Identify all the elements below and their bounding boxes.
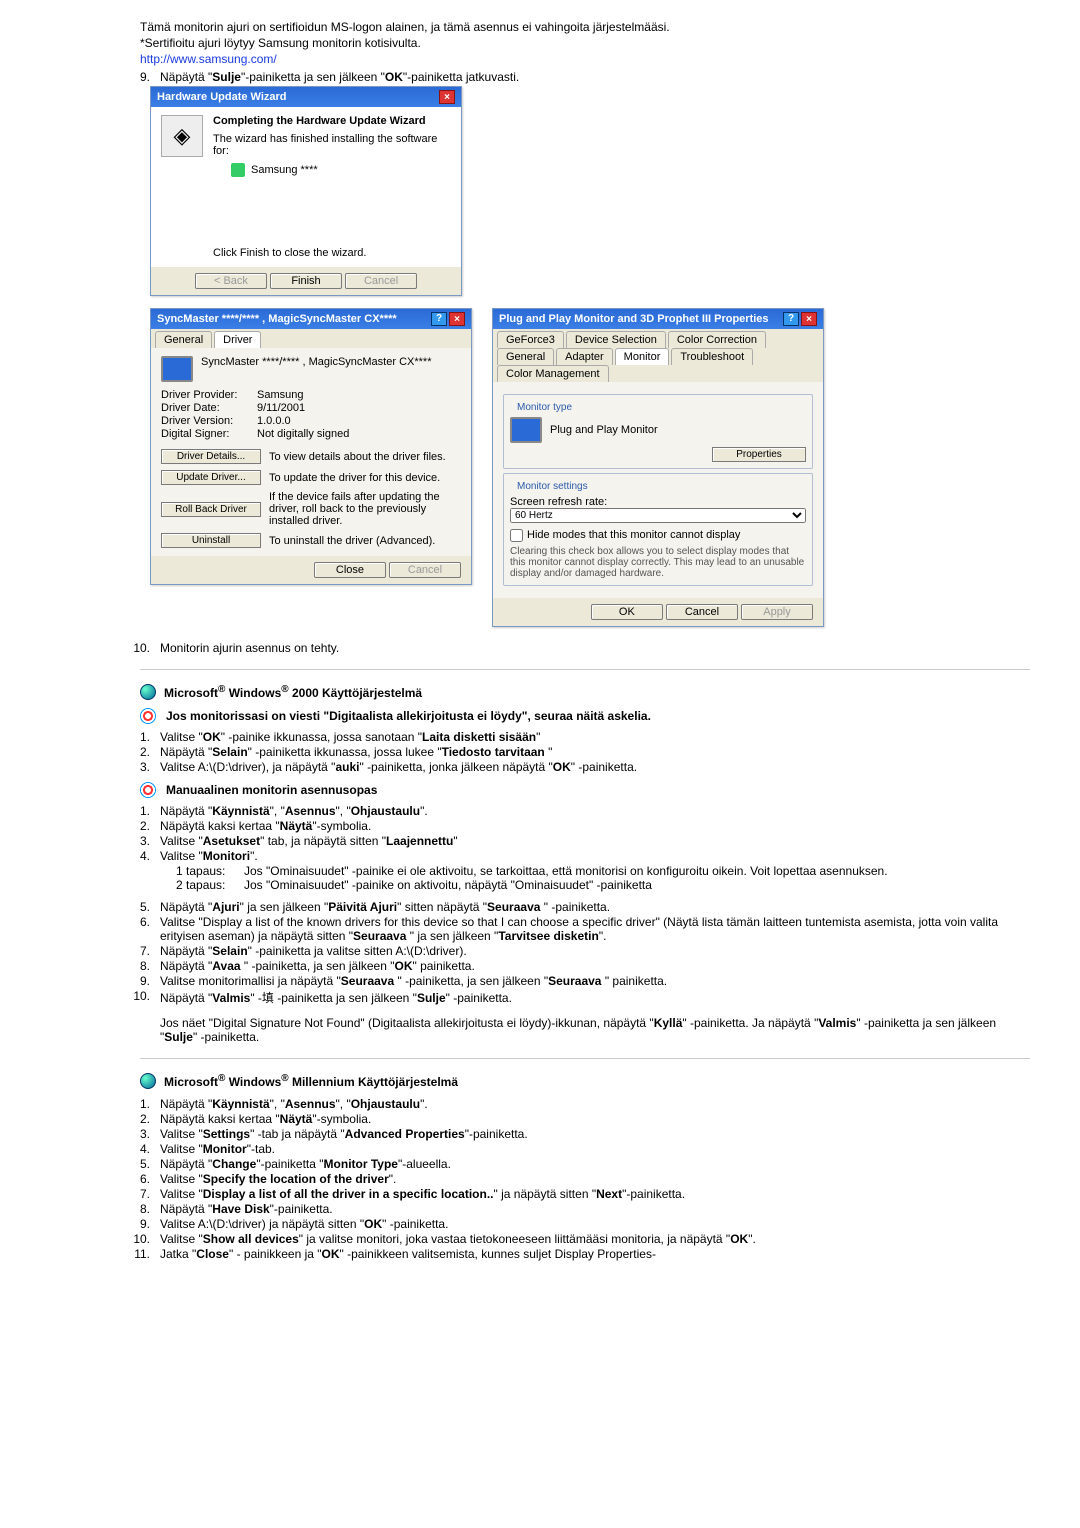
driver-details-button[interactable]: Driver Details... <box>161 449 261 464</box>
properties-button[interactable]: Properties <box>712 447 806 462</box>
win2000-manual-heading: Manuaalinen monitorin asennusopas <box>166 783 377 797</box>
close-icon[interactable]: × <box>801 312 817 326</box>
apply-button: Apply <box>741 604 813 620</box>
tab-geforce3[interactable]: GeForce3 <box>497 331 564 348</box>
hide-modes-note: Clearing this check box allows you to se… <box>510 546 806 579</box>
target-icon <box>140 708 156 724</box>
wizard-icon: ◈ <box>161 115 203 157</box>
globe-icon <box>140 1073 156 1089</box>
tab-device-selection[interactable]: Device Selection <box>566 331 666 348</box>
step10-text: Monitorin ajurin asennus on tehty. <box>160 641 1030 655</box>
tab-troubleshoot[interactable]: Troubleshoot <box>671 348 753 365</box>
cancel-button[interactable]: Cancel <box>666 604 738 620</box>
globe-icon <box>140 684 156 700</box>
wizard-heading: Completing the Hardware Update Wizard <box>213 115 426 127</box>
close-icon[interactable]: × <box>449 312 465 326</box>
close-icon[interactable]: × <box>439 90 455 104</box>
win2000-signature-note: Jos näet "Digital Signature Not Found" (… <box>160 1016 1030 1044</box>
monitor-settings-legend: Monitor settings <box>514 481 591 492</box>
cancel-button: Cancel <box>345 273 417 289</box>
section-divider <box>140 1058 1030 1059</box>
section-divider <box>140 669 1030 670</box>
back-button: < Back <box>195 273 267 289</box>
intro-line1: Tämä monitorin ajuri on sertifioidun MS-… <box>140 20 1030 34</box>
update-driver-button[interactable]: Update Driver... <box>161 470 261 485</box>
step9-num: 9. <box>126 70 150 84</box>
tab-color-correction[interactable]: Color Correction <box>668 331 766 348</box>
uninstall-button[interactable]: Uninstall <box>161 533 261 548</box>
ok-button[interactable]: OK <box>591 604 663 620</box>
wizard-line1: The wizard has finished installing the s… <box>213 133 451 157</box>
wizard-titlebar: Hardware Update Wizard× <box>151 87 461 107</box>
intro-line2: *Sertifioitu ajuri löytyy Samsung monito… <box>140 36 1030 50</box>
refresh-rate-select[interactable]: 60 Hertz <box>510 508 806 523</box>
close-button[interactable]: Close <box>314 562 386 578</box>
pnp-titlebar: Plug and Play Monitor and 3D Prophet III… <box>493 309 823 329</box>
refresh-rate-label: Screen refresh rate: <box>510 496 806 508</box>
hide-modes-checkbox[interactable]: Hide modes that this monitor cannot disp… <box>510 529 740 541</box>
finish-button[interactable]: Finish <box>270 273 342 289</box>
step10-num: 10. <box>126 641 150 655</box>
winme-heading: Microsoft® Windows® Millennium Käyttöjär… <box>164 1073 458 1089</box>
win2000-note: Jos monitorissasi on viesti "Digitaalist… <box>166 709 651 723</box>
wizard-line3: Click Finish to close the wizard. <box>213 247 451 259</box>
wizard-device: Samsung **** <box>231 163 451 177</box>
tab-monitor[interactable]: Monitor <box>615 348 670 365</box>
tab-general[interactable]: General <box>497 348 554 365</box>
samsung-url[interactable]: http://www.samsung.com/ <box>140 52 277 66</box>
tab-color-management[interactable]: Color Management <box>497 365 609 382</box>
pnp-monitor-name: Plug and Play Monitor <box>550 424 658 436</box>
cancel-button: Cancel <box>389 562 461 578</box>
target-icon <box>140 782 156 798</box>
step9-text: Näpäytä "Sulje"-painiketta ja sen jälkee… <box>160 70 1030 84</box>
device-name: SyncMaster ****/**** , MagicSyncMaster C… <box>201 356 431 368</box>
monitor-type-legend: Monitor type <box>514 402 575 413</box>
monitor-icon <box>510 417 542 443</box>
win2000-heading: Microsoft® Windows® 2000 Käyttöjärjestel… <box>164 684 422 700</box>
tab-driver[interactable]: Driver <box>214 331 261 348</box>
help-icon[interactable]: ? <box>783 312 799 326</box>
tab-adapter[interactable]: Adapter <box>556 348 613 365</box>
tab-general[interactable]: General <box>155 331 212 348</box>
monitor-icon <box>161 356 193 382</box>
driver-titlebar: SyncMaster ****/**** , MagicSyncMaster C… <box>151 309 471 329</box>
help-icon[interactable]: ? <box>431 312 447 326</box>
rollback-driver-button[interactable]: Roll Back Driver <box>161 502 261 517</box>
